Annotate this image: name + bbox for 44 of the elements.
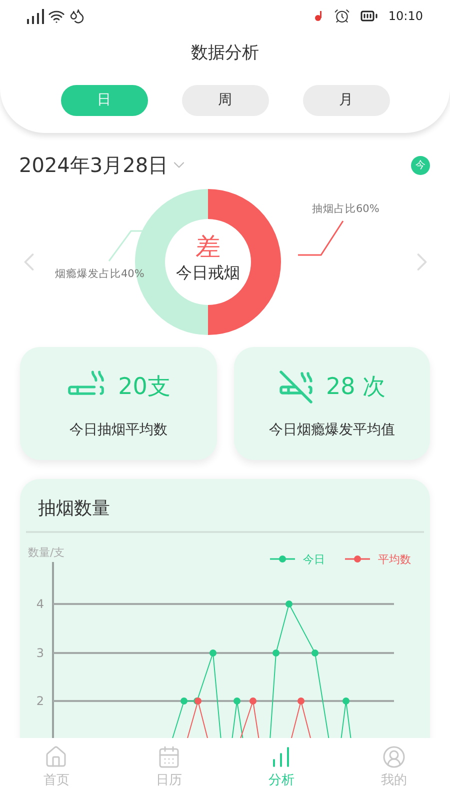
- period-tab[interactable]: 周: [182, 85, 268, 116]
- drop-icon: [69, 8, 85, 24]
- stat-value: 28 次: [326, 372, 386, 402]
- data-point: [286, 600, 292, 608]
- data-point: [210, 650, 216, 656]
- stat-label: 今日烟瘾爆发平均值: [268, 421, 395, 440]
- grade-text: 差: [196, 232, 220, 262]
- page-title: 数据分析: [190, 42, 260, 65]
- data-point: [250, 698, 256, 704]
- legend-label: 今日: [303, 553, 325, 566]
- data-point: [180, 698, 188, 704]
- period-tab[interactable]: 日: [60, 85, 148, 116]
- chart-title: 抽烟数量: [37, 497, 111, 521]
- today-button[interactable]: 今: [411, 156, 430, 174]
- data-point: [298, 698, 304, 704]
- calendar-icon: [156, 745, 181, 769]
- craving-share-label: 烟瘾爆发占比40%: [55, 268, 144, 280]
- legend-label: 平均数: [378, 553, 411, 566]
- center-caption: 今日戒烟: [176, 262, 240, 284]
- nav-tab[interactable]: 分析: [225, 738, 338, 800]
- stat-value: 20支: [118, 372, 170, 402]
- data-point: [312, 650, 318, 656]
- user-icon: [382, 745, 406, 769]
- music-note-icon: [312, 9, 324, 23]
- leader-line: [298, 220, 344, 256]
- data-point: [234, 698, 240, 704]
- y-tick-label: 3: [36, 646, 44, 660]
- status-time: 10:10: [388, 8, 423, 25]
- date-text: 2024年3月28日: [19, 152, 168, 179]
- stat-label: 今日抽烟平均数: [69, 421, 168, 440]
- data-point: [342, 698, 350, 704]
- y-tick-label: 2: [36, 694, 44, 708]
- smoking-share-label: 抽烟占比60%: [312, 203, 380, 215]
- no-smoking-icon: [278, 369, 314, 405]
- nav-tab[interactable]: 我的: [338, 738, 450, 800]
- nav-tab[interactable]: 首页: [0, 738, 112, 800]
- period-tab[interactable]: 月: [302, 85, 390, 116]
- y-tick-label: 4: [36, 597, 44, 611]
- data-point: [272, 650, 280, 656]
- alarm-icon: [334, 8, 350, 24]
- home-icon: [44, 745, 68, 769]
- signal-icon: [27, 8, 44, 24]
- y-axis-label: 数量/支: [28, 546, 65, 559]
- nav-tab[interactable]: 日历: [112, 738, 225, 800]
